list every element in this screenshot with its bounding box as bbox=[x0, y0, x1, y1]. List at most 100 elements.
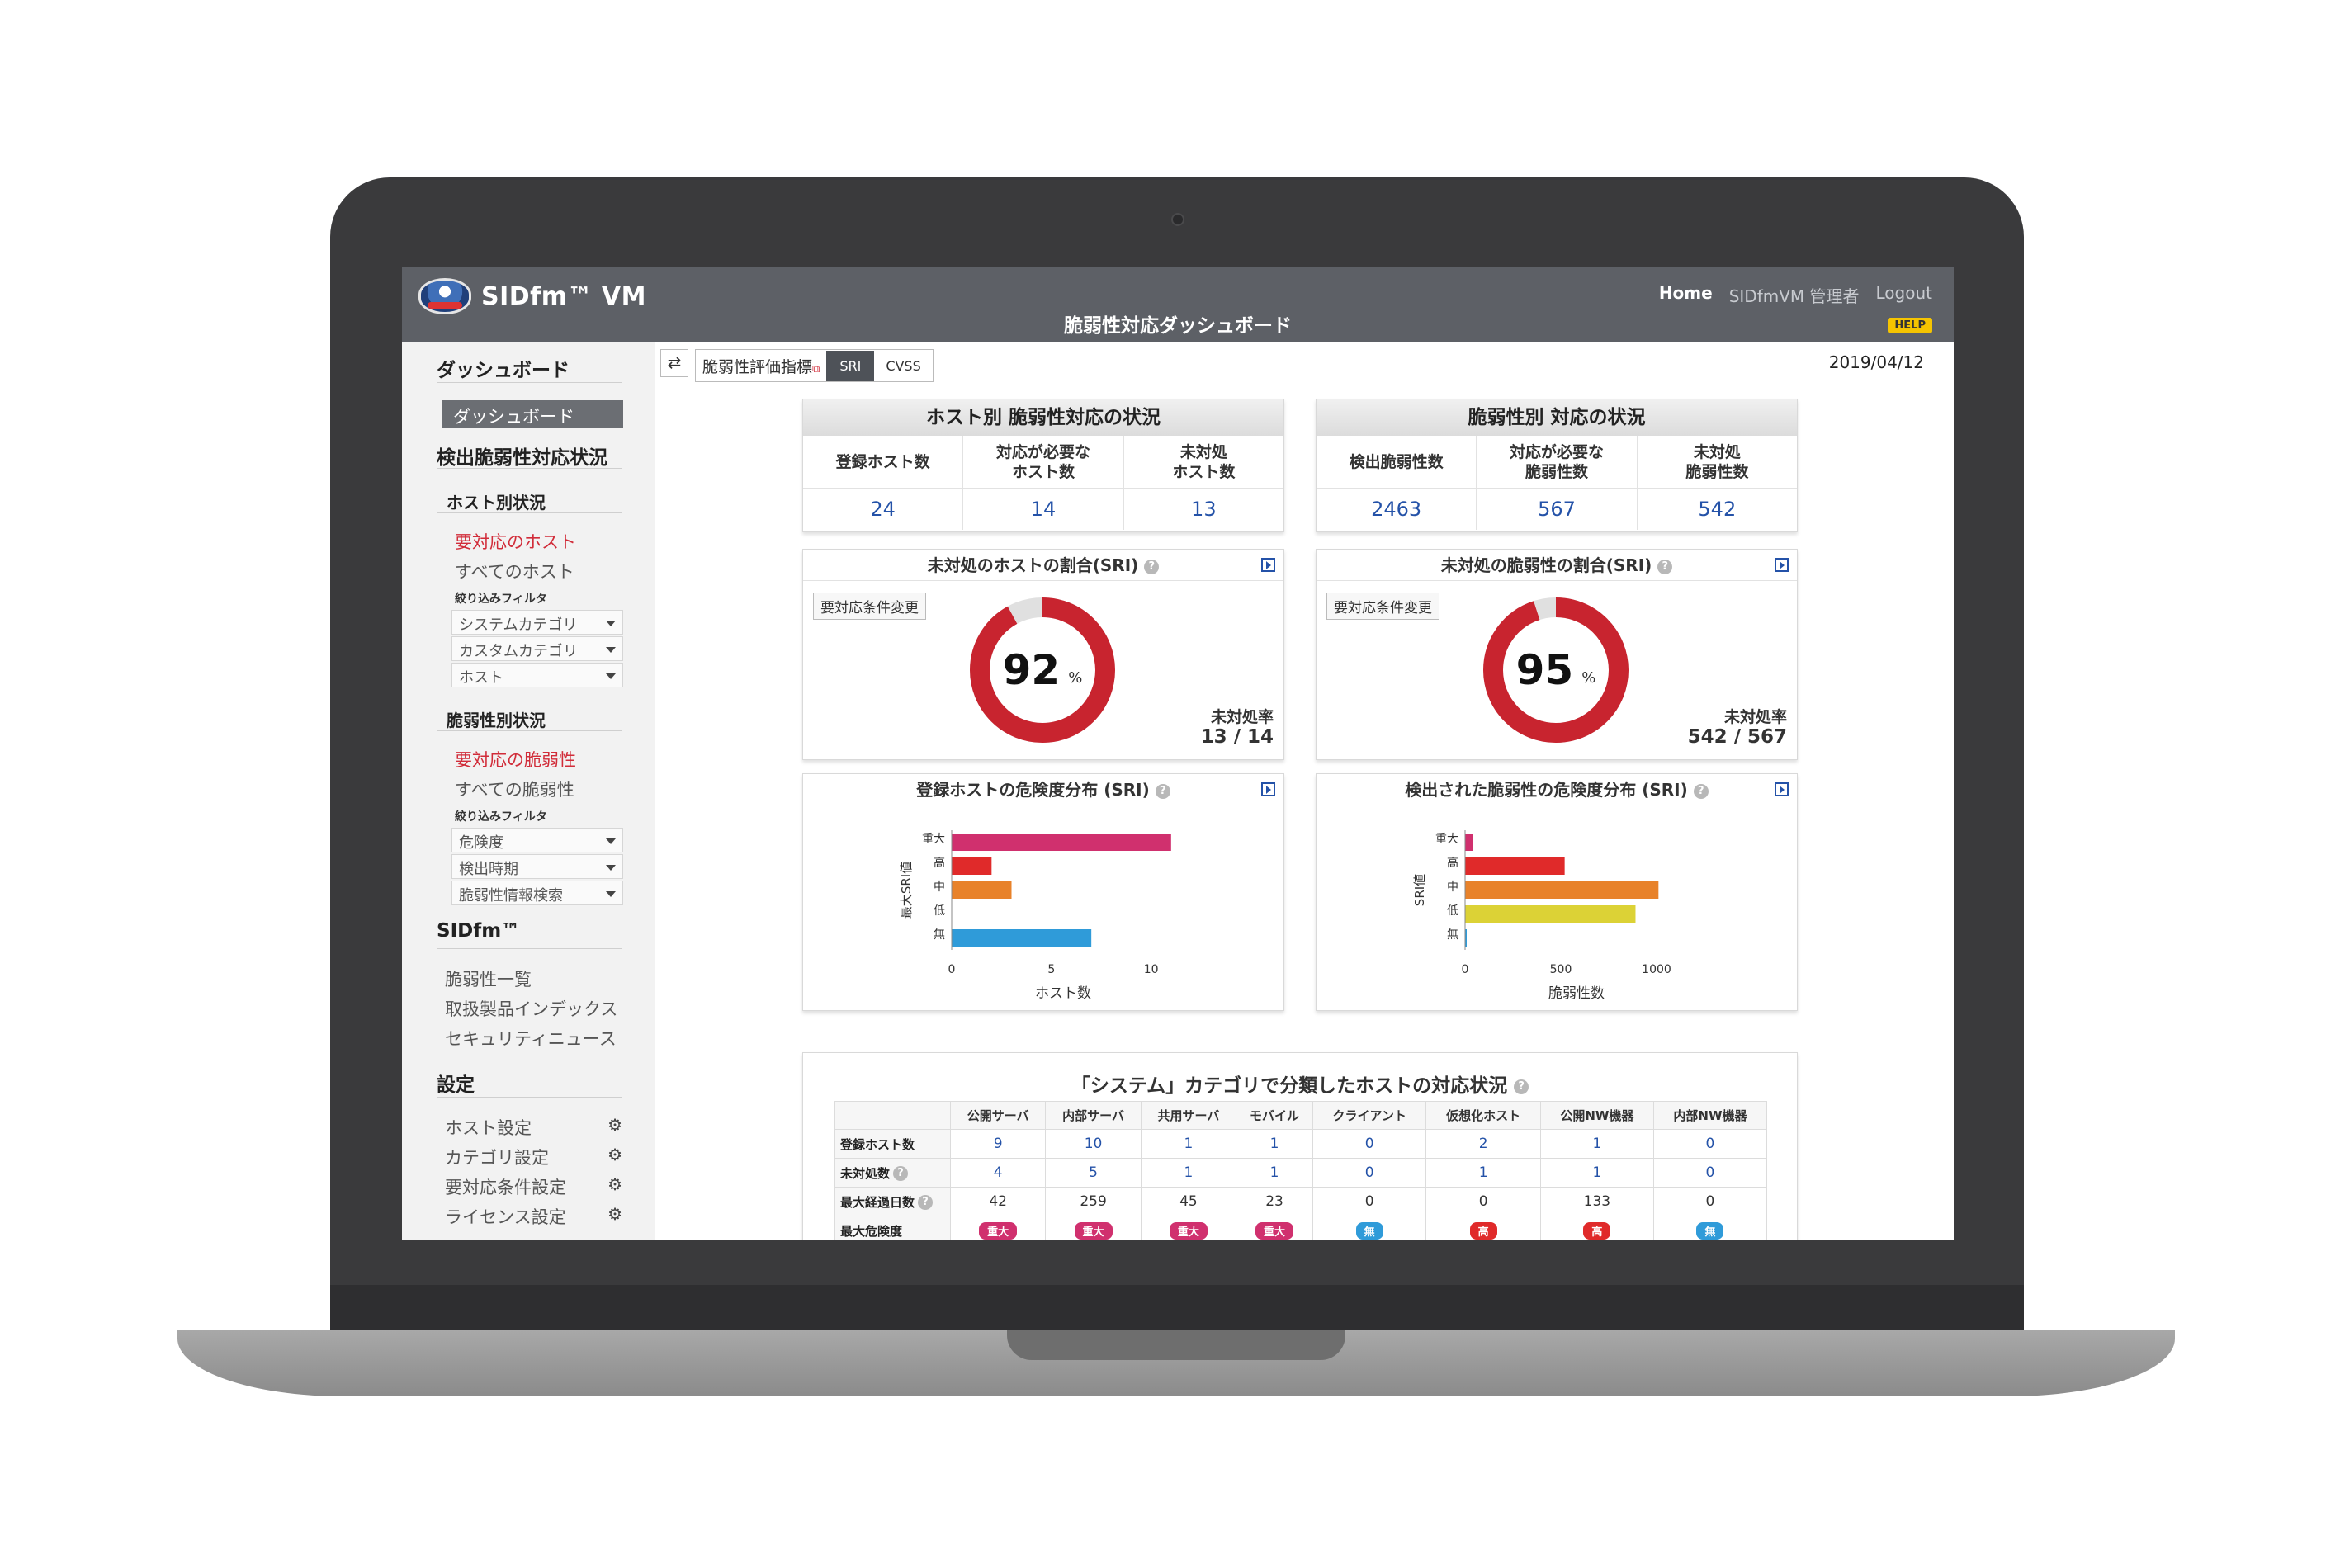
host-rate-panel: 未対処のホストの割合(SRI) ? 要対応条件変更 92% 未対処率 13 / … bbox=[802, 549, 1284, 760]
sidebar-item-condition-settings[interactable]: 要対応条件設定 ⚙ bbox=[445, 1174, 622, 1199]
vuln-rate-title-text: 未対処の脆弱性の割合(SRI) bbox=[1440, 555, 1652, 575]
table-cell[interactable]: 1 bbox=[1539, 1129, 1654, 1159]
x-axis-label: ホスト数 bbox=[1035, 985, 1091, 1002]
sidebar-item-vuln-required[interactable]: 要対応の脆弱性 bbox=[455, 747, 576, 772]
vuln-filter-search[interactable]: 脆弱性情報検索 bbox=[451, 881, 623, 905]
help-icon[interactable]: ? bbox=[1144, 559, 1160, 574]
table-cell[interactable]: 2 bbox=[1425, 1129, 1541, 1159]
divider bbox=[437, 730, 622, 731]
y-tick-label: 高 bbox=[934, 856, 945, 870]
host-risk-chart-panel: 登録ホストの危険度分布 (SRI) ? 重大高中低無 0 5 10 ホスト数 最大SRI値 bbox=[802, 773, 1284, 1011]
home-link[interactable]: Home bbox=[1659, 283, 1713, 307]
table-cell[interactable]: 5 bbox=[1045, 1158, 1142, 1188]
bar-0[interactable] bbox=[952, 834, 1171, 851]
row-header: 最大危険度 bbox=[834, 1216, 951, 1240]
app-header: SIDfm™ VM 脆弱性対応ダッシュボード Home SIDfmVM 管理者 … bbox=[402, 267, 1954, 342]
bar-1[interactable] bbox=[1465, 857, 1565, 875]
sidebar-item-host-all[interactable]: すべてのホスト bbox=[455, 559, 574, 583]
table-cell[interactable]: 1 bbox=[1425, 1158, 1541, 1188]
table-cell[interactable]: 10 bbox=[1045, 1129, 1142, 1159]
stat-value-required-hosts[interactable]: 14 bbox=[963, 489, 1123, 530]
sidebar-item-host-settings[interactable]: ホスト設定 ⚙ bbox=[445, 1115, 622, 1140]
stat-value-unhandled-hosts[interactable]: 13 bbox=[1124, 489, 1283, 530]
bar-2[interactable] bbox=[952, 881, 1012, 899]
expand-icon[interactable] bbox=[1261, 558, 1275, 572]
sidebar-item-product-index[interactable]: 取扱製品インデックス bbox=[445, 996, 617, 1021]
sidebar-item-vuln-list[interactable]: 脆弱性一覧 bbox=[445, 966, 532, 991]
sidebar-section-vuln-status: 検出脆弱性対応状況 bbox=[437, 447, 607, 469]
sidebar-item-vuln-all[interactable]: すべての脆弱性 bbox=[455, 777, 574, 801]
host-filter-host[interactable]: ホスト bbox=[451, 663, 623, 687]
vuln-condition-button[interactable]: 要対応条件変更 bbox=[1326, 593, 1439, 620]
category-status-title: 「システム」カテゴリで分類したホストの対応状況 ? bbox=[803, 1070, 1797, 1098]
metric-cvss-button[interactable]: CVSS bbox=[874, 351, 932, 381]
x-tick-label: 5 bbox=[1047, 963, 1055, 976]
help-icon[interactable]: ? bbox=[1155, 783, 1170, 799]
screen: SIDfm™ VM 脆弱性対応ダッシュボード Home SIDfmVM 管理者 … bbox=[402, 267, 1954, 1240]
vuln-filter-detect-time[interactable]: 検出時期 bbox=[451, 854, 623, 879]
external-link-icon[interactable]: ⧉ bbox=[812, 363, 820, 375]
stat-value-required-vulns[interactable]: 567 bbox=[1477, 489, 1636, 530]
vuln-rate-value: 95% bbox=[1478, 593, 1633, 748]
x-tick-label: 500 bbox=[1550, 963, 1572, 976]
stat-value-registered-hosts[interactable]: 24 bbox=[803, 489, 962, 530]
help-icon[interactable]: ? bbox=[893, 1166, 909, 1181]
table-cell[interactable]: 0 bbox=[1312, 1158, 1427, 1188]
sidebar-toggle-button[interactable]: ⇄ bbox=[660, 349, 688, 377]
column-header: 仮想化ホスト bbox=[1425, 1101, 1541, 1130]
bar-2[interactable] bbox=[1465, 881, 1659, 899]
help-icon[interactable]: ? bbox=[918, 1195, 934, 1210]
table-cell: 133 bbox=[1539, 1187, 1654, 1216]
sidebar-item-security-news[interactable]: セキュリティニュース bbox=[445, 1026, 617, 1051]
table-cell[interactable]: 1 bbox=[1236, 1158, 1313, 1188]
column-header: 内部サーバ bbox=[1045, 1101, 1142, 1130]
row-header: 最大経過日数? bbox=[834, 1187, 951, 1216]
stat-value-unhandled-vulns[interactable]: 542 bbox=[1638, 489, 1797, 530]
host-filter-custom-category[interactable]: カスタムカテゴリ bbox=[451, 636, 623, 661]
table-cell[interactable]: 0 bbox=[1652, 1158, 1768, 1188]
sidebar-section-dashboard: ダッシュボード bbox=[437, 360, 570, 381]
table-cell: 高 bbox=[1539, 1216, 1654, 1240]
table-cell[interactable]: 0 bbox=[1312, 1129, 1427, 1159]
table-cell[interactable]: 0 bbox=[1652, 1129, 1768, 1159]
table-cell[interactable]: 1 bbox=[1140, 1129, 1237, 1159]
table-cell[interactable]: 1 bbox=[1539, 1158, 1654, 1188]
expand-icon[interactable] bbox=[1261, 782, 1275, 796]
bar-3[interactable] bbox=[1465, 905, 1636, 923]
help-icon[interactable]: ? bbox=[1693, 783, 1709, 799]
table-cell: 259 bbox=[1045, 1187, 1142, 1216]
sidebar-item-host-required[interactable]: 要対応のホスト bbox=[455, 529, 576, 554]
host-filter-system-category[interactable]: システムカテゴリ bbox=[451, 610, 623, 635]
vuln-filter-severity[interactable]: 危険度 bbox=[451, 828, 623, 852]
logout-link[interactable]: Logout bbox=[1876, 283, 1932, 307]
bar-0[interactable] bbox=[1465, 834, 1473, 851]
table-cell[interactable]: 1 bbox=[1140, 1158, 1237, 1188]
table-row: 登録ホスト数 9 10 1 1 0 2 1 0 bbox=[834, 1129, 1768, 1159]
bar-1[interactable] bbox=[952, 857, 992, 875]
bar-4[interactable] bbox=[952, 929, 1092, 947]
expand-icon[interactable] bbox=[1775, 558, 1789, 572]
column-header: クライアント bbox=[1312, 1101, 1427, 1130]
x-tick-label: 0 bbox=[1462, 963, 1469, 976]
help-icon[interactable]: ? bbox=[1657, 559, 1673, 574]
table-cell[interactable]: 1 bbox=[1236, 1129, 1313, 1159]
metric-sri-button[interactable]: SRI bbox=[826, 350, 875, 381]
sidebar-item-category-settings[interactable]: カテゴリ設定 ⚙ bbox=[445, 1145, 622, 1169]
help-button[interactable]: HELP bbox=[1888, 318, 1932, 333]
table-cell: 高 bbox=[1425, 1216, 1541, 1240]
expand-icon[interactable] bbox=[1775, 782, 1789, 796]
y-axis-label: 最大SRI値 bbox=[899, 862, 914, 919]
host-condition-button[interactable]: 要対応条件変更 bbox=[813, 593, 926, 620]
sidebar-item-dashboard[interactable]: ダッシュボード bbox=[442, 400, 623, 428]
x-axis-label: 脆弱性数 bbox=[1548, 985, 1605, 1002]
table-cell[interactable]: 4 bbox=[949, 1158, 1047, 1188]
stat-value-detected-vulns[interactable]: 2463 bbox=[1317, 489, 1476, 530]
severity-badge: 無 bbox=[1355, 1221, 1383, 1240]
y-tick-label: 無 bbox=[934, 928, 945, 942]
stat-header: 未対処 脆弱性数 bbox=[1637, 436, 1797, 489]
table-cell[interactable]: 9 bbox=[949, 1129, 1047, 1159]
user-link[interactable]: SIDfmVM 管理者 bbox=[1729, 283, 1860, 307]
help-icon[interactable]: ? bbox=[1514, 1079, 1529, 1094]
settings-label: 要対応条件設定 bbox=[445, 1178, 566, 1197]
sidebar-item-license-settings[interactable]: ライセンス設定 ⚙ bbox=[445, 1204, 622, 1229]
